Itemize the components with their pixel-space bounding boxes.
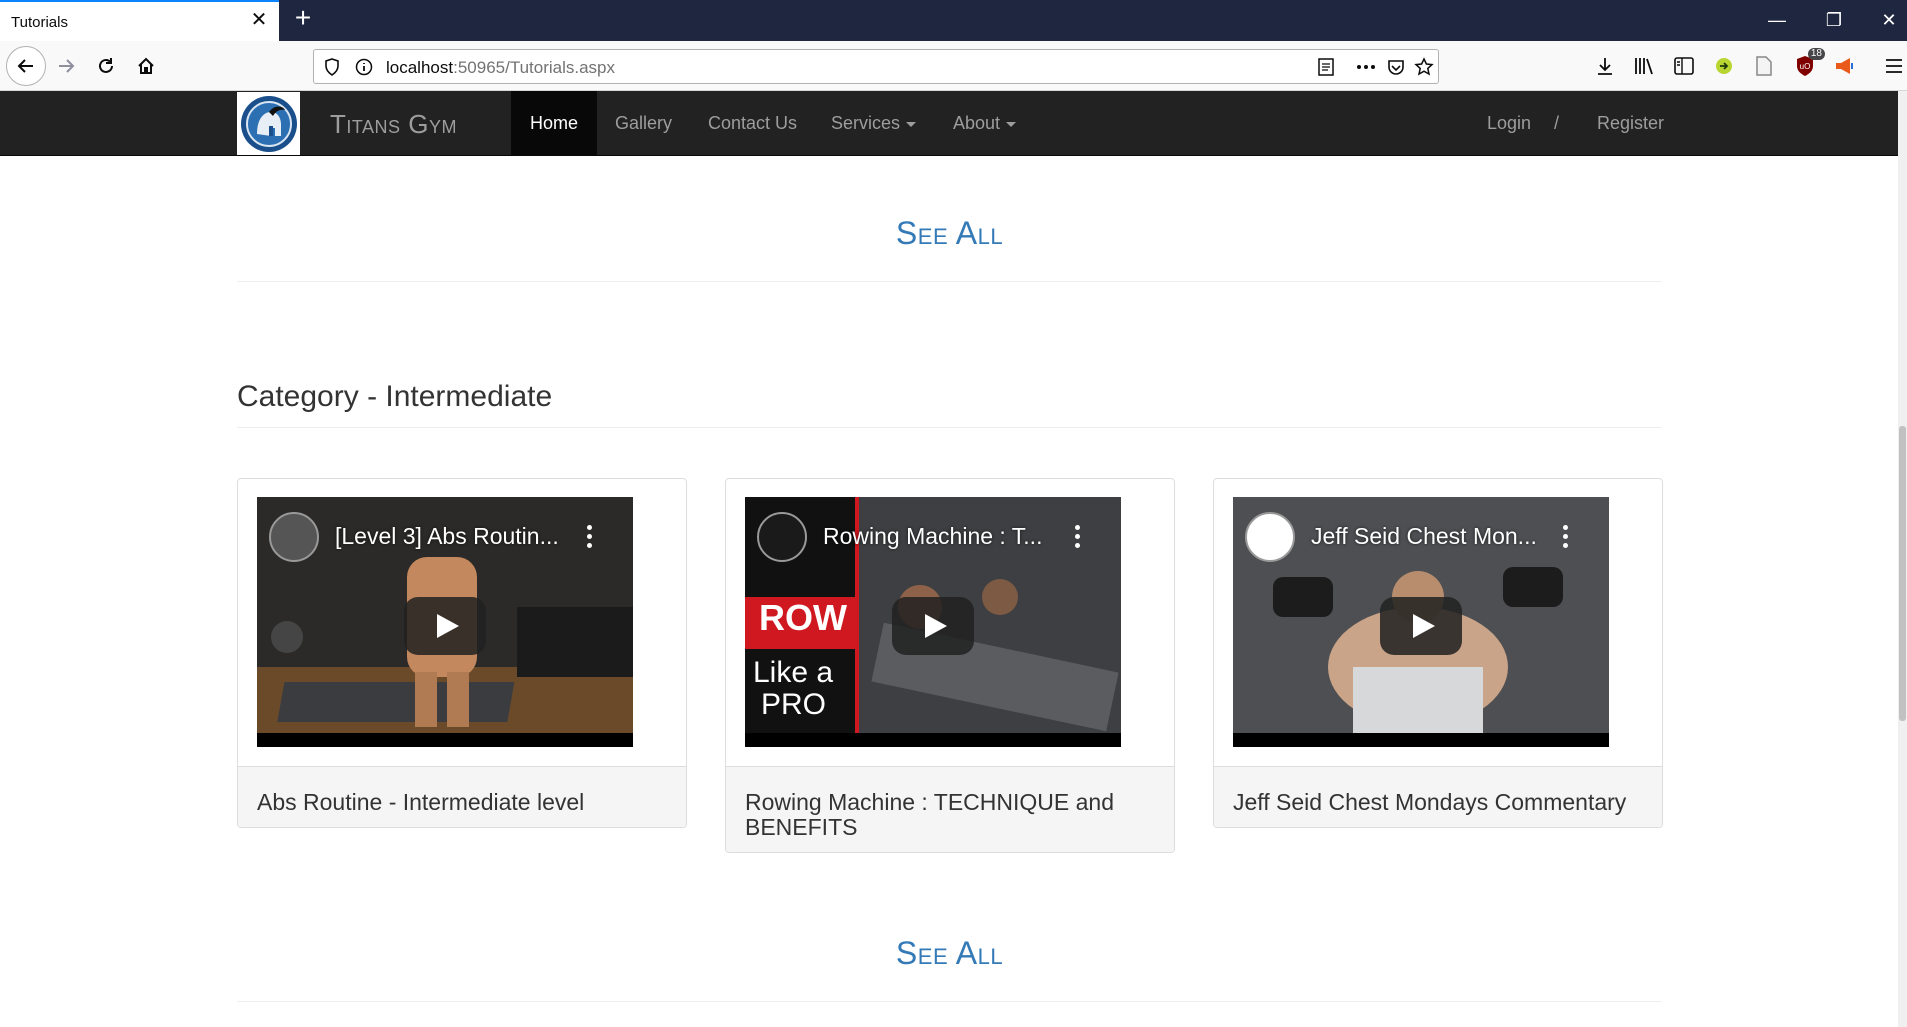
- video-embed[interactable]: Jeff Seid Chest Mon...: [1233, 497, 1609, 747]
- nav-services-label: Services: [831, 113, 901, 133]
- site-brand[interactable]: Titans Gym: [330, 109, 457, 140]
- channel-avatar[interactable]: [757, 512, 807, 562]
- tutorial-card: ROW Like a PRO Rowing Machine : T... Row…: [725, 478, 1175, 853]
- menu-hamburger-icon[interactable]: [1882, 54, 1906, 78]
- reload-icon: [99, 58, 113, 73]
- tutorial-card: [Level 3] Abs Routin... Abs Routine - In…: [237, 478, 687, 828]
- tab-title: Tutorials: [11, 14, 68, 31]
- page-extension-icon[interactable]: [1752, 54, 1776, 78]
- play-button-icon[interactable]: [404, 597, 486, 655]
- nav-about-label: About: [953, 113, 1001, 133]
- ublock-icon[interactable]: uO 18: [1793, 48, 1825, 78]
- close-tab-icon[interactable]: ✕: [249, 10, 269, 30]
- auth-separator: /: [1554, 113, 1560, 133]
- register-link[interactable]: Register: [1597, 91, 1664, 155]
- spartan-helmet-icon: [240, 95, 297, 152]
- page-scrollbar[interactable]: [1898, 91, 1907, 1027]
- url-text[interactable]: localhost:50965/Tutorials.aspx: [386, 58, 615, 78]
- ublock-badge: 18: [1807, 48, 1825, 60]
- card-body: ROW Like a PRO Rowing Machine : T...: [726, 479, 1174, 767]
- channel-avatar[interactable]: [269, 512, 319, 562]
- nav-about[interactable]: About: [934, 91, 1035, 155]
- divider: [237, 281, 1662, 282]
- minimize-icon[interactable]: —: [1765, 8, 1789, 32]
- video-more-icon[interactable]: [1075, 525, 1081, 549]
- video-title[interactable]: [Level 3] Abs Routin...: [335, 523, 559, 550]
- video-title[interactable]: Rowing Machine : T...: [823, 523, 1042, 550]
- play-button-icon[interactable]: [892, 597, 974, 655]
- thumb-text-pro: PRO: [761, 688, 827, 721]
- video-embed[interactable]: ROW Like a PRO Rowing Machine : T...: [745, 497, 1121, 747]
- reader-view-icon[interactable]: [1316, 57, 1336, 77]
- home-icon: [138, 57, 154, 74]
- card-body: Jeff Seid Chest Mon...: [1214, 479, 1662, 767]
- svg-text:uO: uO: [1800, 62, 1811, 71]
- site-navbar: Titans Gym Home Gallery Contact Us Servi…: [0, 91, 1898, 156]
- nav-home[interactable]: Home: [511, 91, 598, 155]
- new-tab-button[interactable]: +: [290, 4, 316, 32]
- close-window-icon[interactable]: ✕: [1877, 8, 1901, 32]
- library-icon[interactable]: [1632, 54, 1656, 78]
- category-heading: Category - Intermediate: [237, 380, 553, 413]
- play-button-icon[interactable]: [1380, 597, 1462, 655]
- nav-gallery[interactable]: Gallery: [596, 91, 691, 155]
- divider: [237, 1001, 1662, 1002]
- url-bar[interactable]: localhost:50965/Tutorials.aspx: [313, 49, 1439, 84]
- card-caption: Jeff Seid Chest Mondays Commentary: [1214, 767, 1662, 827]
- restore-icon[interactable]: ❐: [1822, 8, 1846, 32]
- see-all-link-top[interactable]: See All: [237, 215, 1662, 252]
- browser-toolbar: localhost:50965/Tutorials.aspx uO 18: [0, 41, 1907, 91]
- video-more-icon[interactable]: [587, 525, 593, 549]
- card-body: [Level 3] Abs Routin...: [238, 479, 686, 767]
- back-arrow-icon: [17, 59, 33, 73]
- shield-icon[interactable]: [322, 57, 342, 77]
- login-link[interactable]: Login: [1487, 91, 1531, 155]
- bookmark-star-icon[interactable]: [1414, 57, 1434, 77]
- megaphone-icon[interactable]: [1833, 54, 1857, 78]
- downloads-icon[interactable]: [1593, 54, 1617, 78]
- extension-green-icon[interactable]: [1712, 54, 1736, 78]
- card-caption: Rowing Machine : TECHNIQUE and BENEFITS: [726, 767, 1174, 852]
- home-button[interactable]: [129, 49, 163, 83]
- forward-button[interactable]: [49, 49, 83, 83]
- video-embed[interactable]: [Level 3] Abs Routin...: [257, 497, 633, 747]
- sidebar-icon[interactable]: [1672, 54, 1696, 78]
- browser-tab[interactable]: Tutorials ✕: [0, 0, 279, 41]
- nav-services[interactable]: Services: [812, 91, 935, 155]
- reload-button[interactable]: [89, 49, 123, 83]
- thumb-text-like: Like a: [753, 656, 834, 689]
- channel-avatar[interactable]: [1245, 512, 1295, 562]
- card-caption: Abs Routine - Intermediate level: [238, 767, 686, 827]
- see-all-link-bottom[interactable]: See All: [237, 935, 1662, 972]
- pocket-icon[interactable]: [1386, 57, 1406, 77]
- browser-tab-strip: Tutorials ✕ + — ❐ ✕: [0, 0, 1907, 41]
- caret-down-icon: [1006, 121, 1017, 127]
- thumb-text-row: ROW: [759, 597, 847, 638]
- divider: [237, 427, 1662, 428]
- video-title[interactable]: Jeff Seid Chest Mon...: [1311, 523, 1537, 550]
- forward-arrow-icon: [59, 59, 75, 73]
- video-more-icon[interactable]: [1563, 525, 1569, 549]
- scrollbar-thumb[interactable]: [1899, 426, 1906, 721]
- nav-contact-us[interactable]: Contact Us: [689, 91, 816, 155]
- caret-down-icon: [906, 121, 917, 127]
- page-actions-icon[interactable]: [1356, 57, 1376, 77]
- back-button[interactable]: [6, 46, 46, 86]
- tutorial-card: Jeff Seid Chest Mon... Jeff Seid Chest M…: [1213, 478, 1663, 828]
- info-icon[interactable]: [354, 57, 374, 77]
- gym-logo[interactable]: [237, 92, 300, 155]
